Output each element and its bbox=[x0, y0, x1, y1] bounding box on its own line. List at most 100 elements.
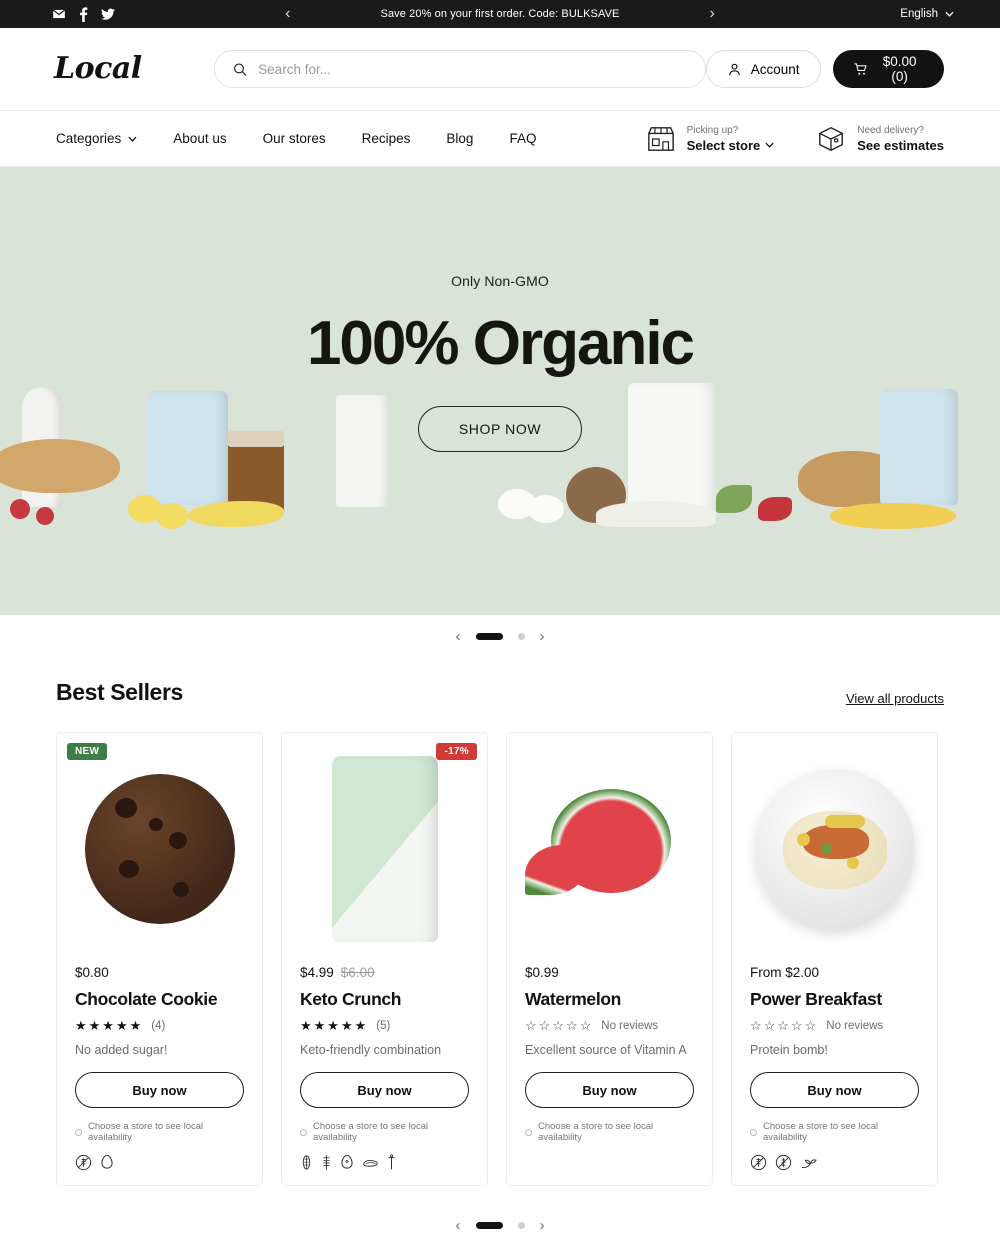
product-name: Watermelon bbox=[525, 989, 622, 1009]
hero-next-icon[interactable]: › bbox=[540, 629, 545, 644]
nav-item-categories[interactable]: Categories bbox=[56, 131, 137, 146]
product-info: From $2.00 Power Breakfast ☆☆☆☆☆ No revi… bbox=[732, 965, 937, 1171]
promo-carousel: ‹ Save 20% on your first order. Code: BU… bbox=[285, 6, 715, 22]
price-row: $4.99 $6.00 bbox=[300, 965, 469, 980]
cart-button[interactable]: $0.00 (0) bbox=[832, 50, 944, 88]
language-selector[interactable]: English bbox=[900, 8, 954, 20]
buy-now-button[interactable]: Buy now bbox=[300, 1072, 469, 1108]
search-bar[interactable] bbox=[214, 50, 706, 88]
chocolate-cookie-image bbox=[84, 774, 235, 924]
product-card[interactable]: -17% $4.99 $6.00 Keto Crunch ★★★★★ (5) K… bbox=[281, 732, 488, 1186]
banana bbox=[188, 501, 284, 527]
review-count: No reviews bbox=[826, 1020, 884, 1032]
availability-text: Choose a store to see local availability bbox=[538, 1121, 654, 1143]
egg bbox=[528, 495, 564, 523]
product-image bbox=[732, 733, 937, 965]
availability-text: Choose a store to see local availability bbox=[763, 1121, 879, 1143]
buy-now-button[interactable]: Buy now bbox=[75, 1072, 244, 1108]
circle-icon bbox=[75, 1128, 82, 1136]
account-button[interactable]: Account bbox=[705, 50, 821, 88]
diet-icons bbox=[300, 1154, 469, 1171]
hero-carousel-controls: ‹ › bbox=[0, 615, 1000, 657]
product-rating: ☆☆☆☆☆ No reviews bbox=[525, 1018, 694, 1034]
nav-item-label: Categories bbox=[56, 131, 122, 146]
facebook-icon[interactable] bbox=[79, 6, 88, 22]
products-dot-active[interactable] bbox=[475, 1221, 503, 1229]
delivery-estimates[interactable]: Need delivery? See estimates bbox=[816, 124, 944, 153]
promo-prev-icon[interactable]: ‹ bbox=[285, 6, 290, 22]
buy-now-button[interactable]: Buy now bbox=[525, 1072, 694, 1108]
stars-icon: ★★★★★ bbox=[75, 1018, 144, 1033]
hero-prev-icon[interactable]: ‹ bbox=[456, 629, 461, 644]
circle-icon bbox=[525, 1128, 532, 1136]
section-title: Best Sellers bbox=[56, 679, 183, 705]
hero-dot[interactable] bbox=[517, 632, 525, 640]
product-description: No added sugar! bbox=[75, 1043, 168, 1057]
twitter-icon[interactable] bbox=[101, 8, 115, 21]
product-description: Protein bomb! bbox=[750, 1043, 828, 1057]
hero-kicker: Only Non-GMO bbox=[451, 273, 549, 289]
nav-item-our-stores[interactable]: Our stores bbox=[263, 131, 326, 146]
egg-icon bbox=[101, 1154, 113, 1169]
wheat-icon bbox=[323, 1155, 330, 1170]
product-card[interactable]: NEW $0.80 Chocolate Cookie ★★★★★ (4) No … bbox=[56, 732, 263, 1186]
power-breakfast-image bbox=[754, 769, 915, 929]
food-item bbox=[796, 833, 810, 846]
store-availability-note[interactable]: Choose a store to see local availability bbox=[525, 1121, 694, 1143]
food-item bbox=[846, 857, 859, 869]
cart-icon bbox=[853, 62, 867, 75]
products-next-icon[interactable]: › bbox=[540, 1218, 545, 1233]
product-info: $4.99 $6.00 Keto Crunch ★★★★★ (5) Keto-f… bbox=[282, 965, 487, 1171]
no-gluten-icon bbox=[775, 1154, 792, 1171]
box-icon bbox=[819, 126, 844, 151]
review-count: (5) bbox=[376, 1020, 391, 1032]
egg-icon bbox=[341, 1154, 353, 1169]
raspberry bbox=[36, 507, 54, 525]
product-info: $0.80 Chocolate Cookie ★★★★★ (4) No adde… bbox=[57, 965, 262, 1171]
chevron-down-icon bbox=[128, 136, 137, 142]
watermelon-image bbox=[524, 779, 695, 919]
green-pepper bbox=[716, 485, 752, 513]
price-row: From $2.00 bbox=[750, 965, 919, 980]
view-all-products-link[interactable]: View all products bbox=[846, 691, 944, 706]
product-name: Keto Crunch bbox=[300, 989, 402, 1009]
vegan-leaf-icon bbox=[801, 1158, 817, 1168]
product-price: $4.99 bbox=[300, 965, 334, 980]
pickup-selector[interactable]: Picking up? Select store bbox=[646, 124, 775, 153]
product-info: $0.99 Watermelon ☆☆☆☆☆ No reviews Excell… bbox=[507, 965, 712, 1143]
availability-text: Choose a store to see local availability bbox=[313, 1121, 429, 1143]
promo-next-icon[interactable]: › bbox=[709, 6, 714, 22]
store-availability-note[interactable]: Choose a store to see local availability bbox=[300, 1121, 469, 1143]
hero-dot-active[interactable] bbox=[475, 632, 503, 640]
corn-cob bbox=[830, 503, 956, 529]
chevron-down-icon bbox=[765, 142, 774, 149]
review-count: (4) bbox=[151, 1020, 166, 1032]
products-prev-icon[interactable]: ‹ bbox=[456, 1218, 461, 1233]
no-sugar-icon bbox=[75, 1154, 92, 1171]
product-card[interactable]: $0.99 Watermelon ☆☆☆☆☆ No reviews Excell… bbox=[506, 732, 713, 1186]
no-sugar-icon bbox=[750, 1154, 767, 1171]
store-icon bbox=[647, 126, 674, 151]
email-icon[interactable] bbox=[52, 7, 66, 21]
nav-item-faq[interactable]: FAQ bbox=[509, 131, 536, 146]
store-availability-note[interactable]: Choose a store to see local availability bbox=[750, 1121, 919, 1143]
store-availability-note[interactable]: Choose a store to see local availability bbox=[75, 1121, 244, 1143]
products-dot[interactable] bbox=[517, 1221, 525, 1229]
shop-now-button[interactable]: SHOP NOW bbox=[417, 406, 583, 453]
language-label: English bbox=[900, 8, 938, 20]
nav-item-recipes[interactable]: Recipes bbox=[362, 131, 411, 146]
nav-item-blog[interactable]: Blog bbox=[446, 131, 473, 146]
promo-text: Save 20% on your first order. Code: BULK… bbox=[380, 8, 620, 20]
diet-icons bbox=[75, 1154, 244, 1171]
hero-copy: Only Non-GMO 100% Organic SHOP NOW bbox=[0, 273, 1000, 453]
stars-icon: ☆☆☆☆☆ bbox=[750, 1018, 819, 1033]
search-input[interactable] bbox=[258, 61, 687, 77]
product-compare-price: $6.00 bbox=[340, 965, 375, 980]
product-rating: ★★★★★ (5) bbox=[300, 1018, 469, 1034]
buy-now-button[interactable]: Buy now bbox=[750, 1072, 919, 1108]
product-image bbox=[507, 733, 712, 965]
peanut-icon bbox=[363, 1159, 378, 1167]
product-card[interactable]: From $2.00 Power Breakfast ☆☆☆☆☆ No revi… bbox=[731, 732, 938, 1186]
nav-item-about-us[interactable]: About us bbox=[173, 131, 226, 146]
logo[interactable]: Local bbox=[54, 54, 142, 84]
